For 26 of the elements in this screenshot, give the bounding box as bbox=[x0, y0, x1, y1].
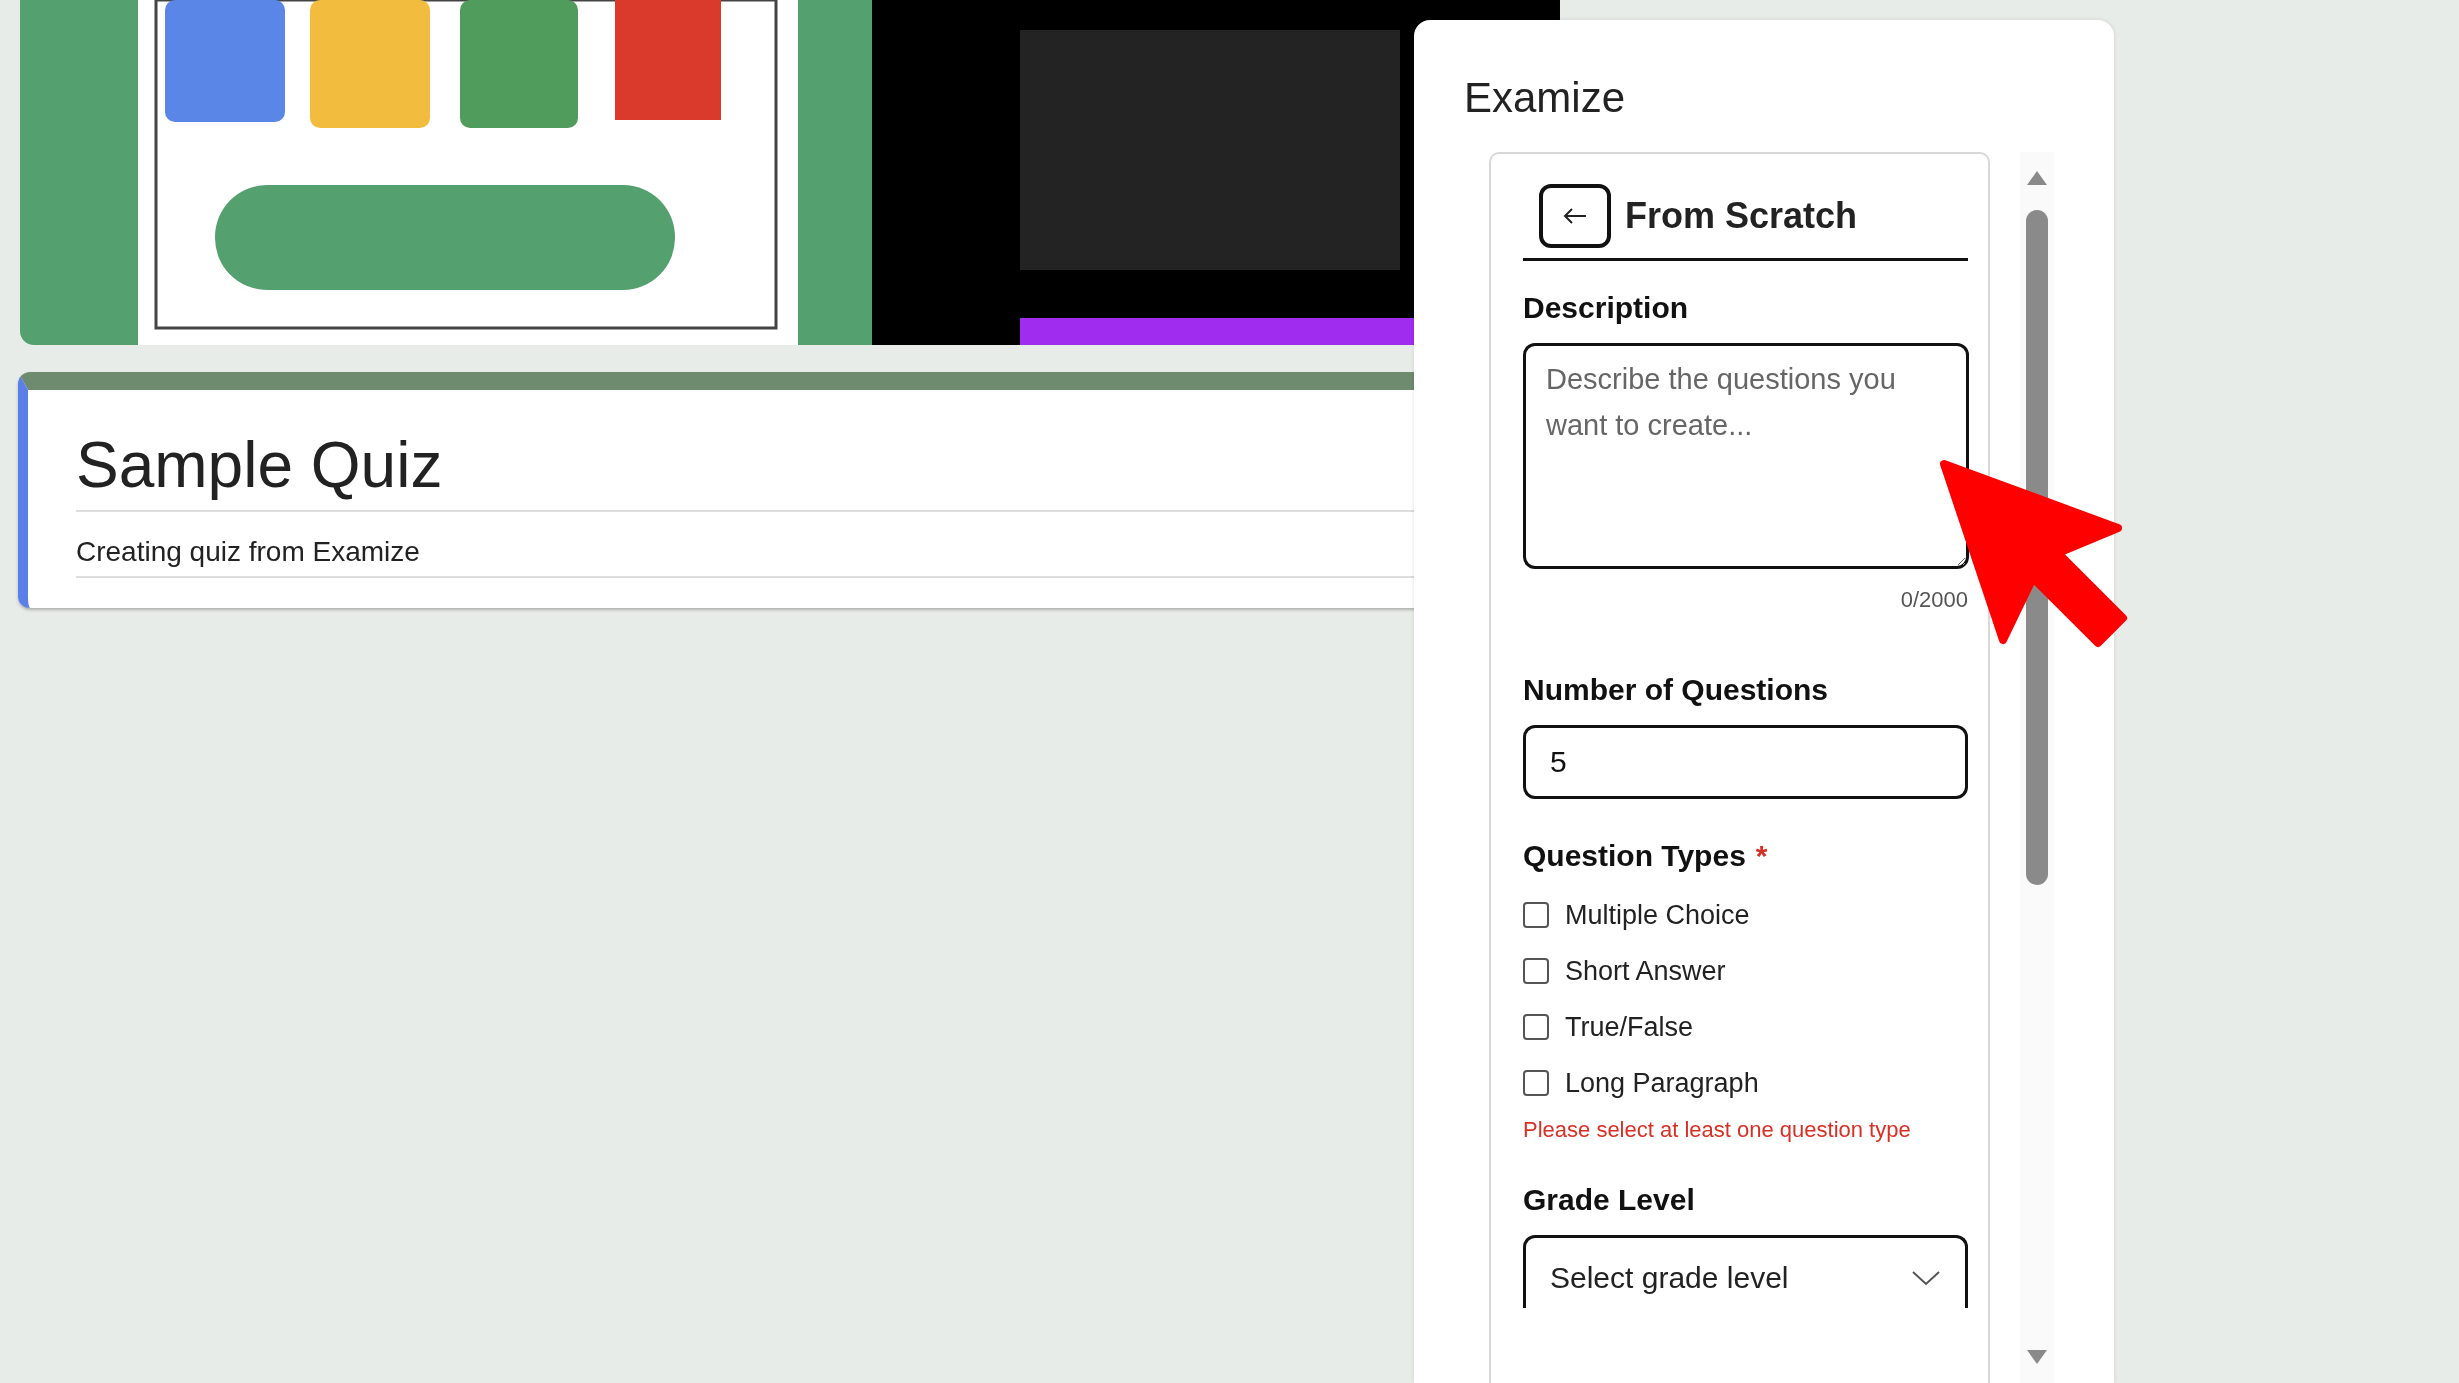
character-counter: 0/2000 bbox=[1900, 587, 1968, 613]
field-label: Question Types bbox=[1523, 839, 1746, 873]
panel-title: Examize bbox=[1463, 73, 1627, 123]
grade-level-select[interactable]: Select grade level bbox=[1523, 1235, 1968, 1308]
checkbox[interactable] bbox=[1523, 1070, 1549, 1096]
field-label: Number of Questions bbox=[1523, 673, 1830, 707]
chevron-down-icon bbox=[1911, 1270, 1941, 1286]
scroll-down-icon[interactable] bbox=[2026, 1349, 2048, 1365]
checkbox-label: Long Paragraph bbox=[1565, 1067, 1759, 1099]
back-button[interactable] bbox=[1539, 184, 1611, 248]
checkbox[interactable] bbox=[1523, 902, 1549, 928]
section-title: From Scratch bbox=[1625, 195, 1858, 237]
error-message: Please select at least one question type bbox=[1523, 1117, 1912, 1143]
checkbox-label: True/False bbox=[1565, 1011, 1694, 1043]
checkbox-label: Short Answer bbox=[1565, 955, 1726, 987]
checkbox[interactable] bbox=[1523, 958, 1549, 984]
checkbox-label: Multiple Choice bbox=[1565, 899, 1750, 931]
scroll-up-icon[interactable] bbox=[2026, 170, 2048, 186]
description-field[interactable]: Describe the questions you want to create... bbox=[1523, 343, 1969, 569]
question-count-field[interactable]: 5 bbox=[1523, 725, 1968, 799]
required-mark: * bbox=[1755, 839, 1768, 873]
back-arrow-icon bbox=[1563, 208, 1587, 224]
form-description: Creating quiz from Examize bbox=[76, 535, 421, 569]
field-label: Description bbox=[1523, 291, 1690, 325]
checkbox[interactable] bbox=[1523, 1014, 1549, 1040]
field-label: Grade Level bbox=[1523, 1183, 1696, 1217]
